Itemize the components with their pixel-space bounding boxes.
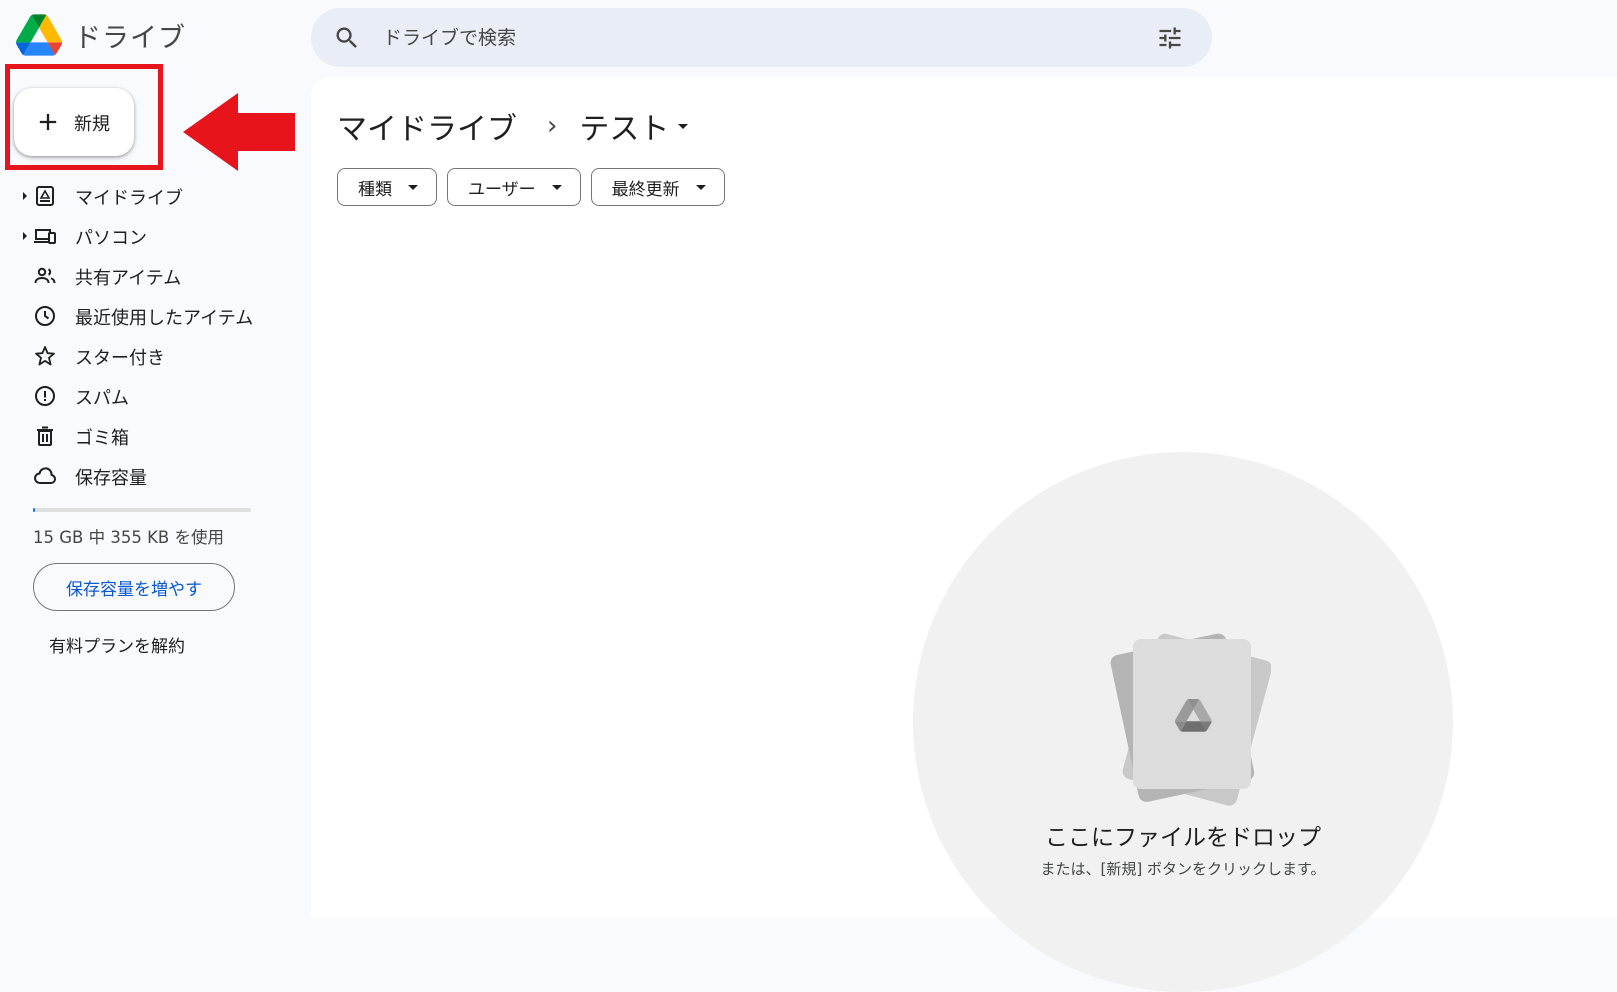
storage-usage-fill xyxy=(33,508,36,512)
clock-icon xyxy=(35,306,55,326)
breadcrumb-root[interactable]: マイドライブ xyxy=(337,104,517,148)
star-icon xyxy=(35,346,55,366)
chevron-down-icon xyxy=(678,124,689,129)
breadcrumb: マイドライブ › テスト xyxy=(337,104,691,148)
chevron-down-icon xyxy=(551,185,562,190)
sidebar-item-storage[interactable]: 保存容量 xyxy=(0,456,290,496)
drop-files-illustration xyxy=(1110,633,1271,806)
breadcrumb-current-label: テスト xyxy=(579,112,670,147)
get-more-storage-button[interactable]: 保存容量を増やす xyxy=(33,563,235,611)
filter-label: 種類 xyxy=(358,179,392,200)
sidebar-item-label: ゴミ箱 xyxy=(75,428,129,449)
search-input[interactable] xyxy=(381,20,1125,56)
app-title: ドライブ xyxy=(74,22,186,54)
computer-icon xyxy=(34,229,56,244)
filter-label: 最終更新 xyxy=(611,179,680,200)
expand-caret-icon[interactable] xyxy=(21,232,29,240)
sidebar-nav: マイドライブ パソコン 共有アイテム 最近使用したアイテム スター付き スパム … xyxy=(0,176,290,496)
cloud-icon xyxy=(34,467,56,485)
filter-modified[interactable]: 最終更新 xyxy=(590,168,725,206)
storage-usage-text: 15 GB 中 355 KB を使用 xyxy=(33,528,224,547)
empty-state-subtitle: または、[新規] ボタンをクリックします。 xyxy=(1040,860,1326,878)
plus-icon xyxy=(39,113,57,131)
red-arrow-annotation xyxy=(183,93,295,171)
sidebar-item-label: パソコン xyxy=(75,228,147,249)
sidebar-item-trash[interactable]: ゴミ箱 xyxy=(0,416,290,456)
sidebar-item-label: 保存容量 xyxy=(75,468,147,489)
spam-icon xyxy=(35,386,55,406)
drive-logo[interactable]: ドライブ xyxy=(16,14,186,56)
search-bar[interactable] xyxy=(311,8,1212,67)
people-icon xyxy=(34,267,56,284)
google-drive-icon xyxy=(16,14,62,56)
sidebar-item-recent[interactable]: 最近使用したアイテム xyxy=(0,296,290,336)
filter-people[interactable]: ユーザー xyxy=(447,168,581,206)
expand-caret-icon[interactable] xyxy=(21,192,29,200)
main-content: マイドライブ › テスト 種類 ユーザー 最終更新 ここにファイルをドロップ ま… xyxy=(311,78,1617,992)
trash-icon xyxy=(37,426,53,446)
filter-type[interactable]: 種類 xyxy=(337,168,437,206)
sidebar-item-computers[interactable]: パソコン xyxy=(0,216,290,256)
sidebar-item-starred[interactable]: スター付き xyxy=(0,336,290,376)
sidebar-item-my-drive[interactable]: マイドライブ xyxy=(0,176,290,216)
filter-chips: 種類 ユーザー 最終更新 xyxy=(337,168,735,206)
new-button[interactable]: 新規 xyxy=(14,88,134,156)
search-options-icon[interactable] xyxy=(1156,24,1184,52)
filter-label: ユーザー xyxy=(468,179,536,200)
sidebar-item-label: 共有アイテム xyxy=(75,268,182,289)
search-icon[interactable] xyxy=(333,24,361,52)
sidebar-item-label: マイドライブ xyxy=(75,188,183,209)
sidebar-item-spam[interactable]: スパム xyxy=(0,376,290,416)
chevron-down-icon xyxy=(695,185,706,190)
storage-usage-bar xyxy=(33,508,251,512)
sidebar-item-shared[interactable]: 共有アイテム xyxy=(0,256,290,296)
empty-state-title: ここにファイルをドロップ xyxy=(1045,825,1321,851)
sidebar-item-label: スパム xyxy=(75,388,129,409)
breadcrumb-separator: › xyxy=(547,111,558,141)
cancel-plan-link[interactable]: 有料プランを解約 xyxy=(49,632,185,657)
breadcrumb-current-folder[interactable]: テスト xyxy=(579,104,691,148)
chevron-down-icon xyxy=(408,185,418,190)
my-drive-icon xyxy=(36,186,54,206)
new-button-label: 新規 xyxy=(74,114,110,134)
sidebar-item-label: スター付き xyxy=(75,348,165,369)
sidebar-item-label: 最近使用したアイテム xyxy=(75,308,254,329)
